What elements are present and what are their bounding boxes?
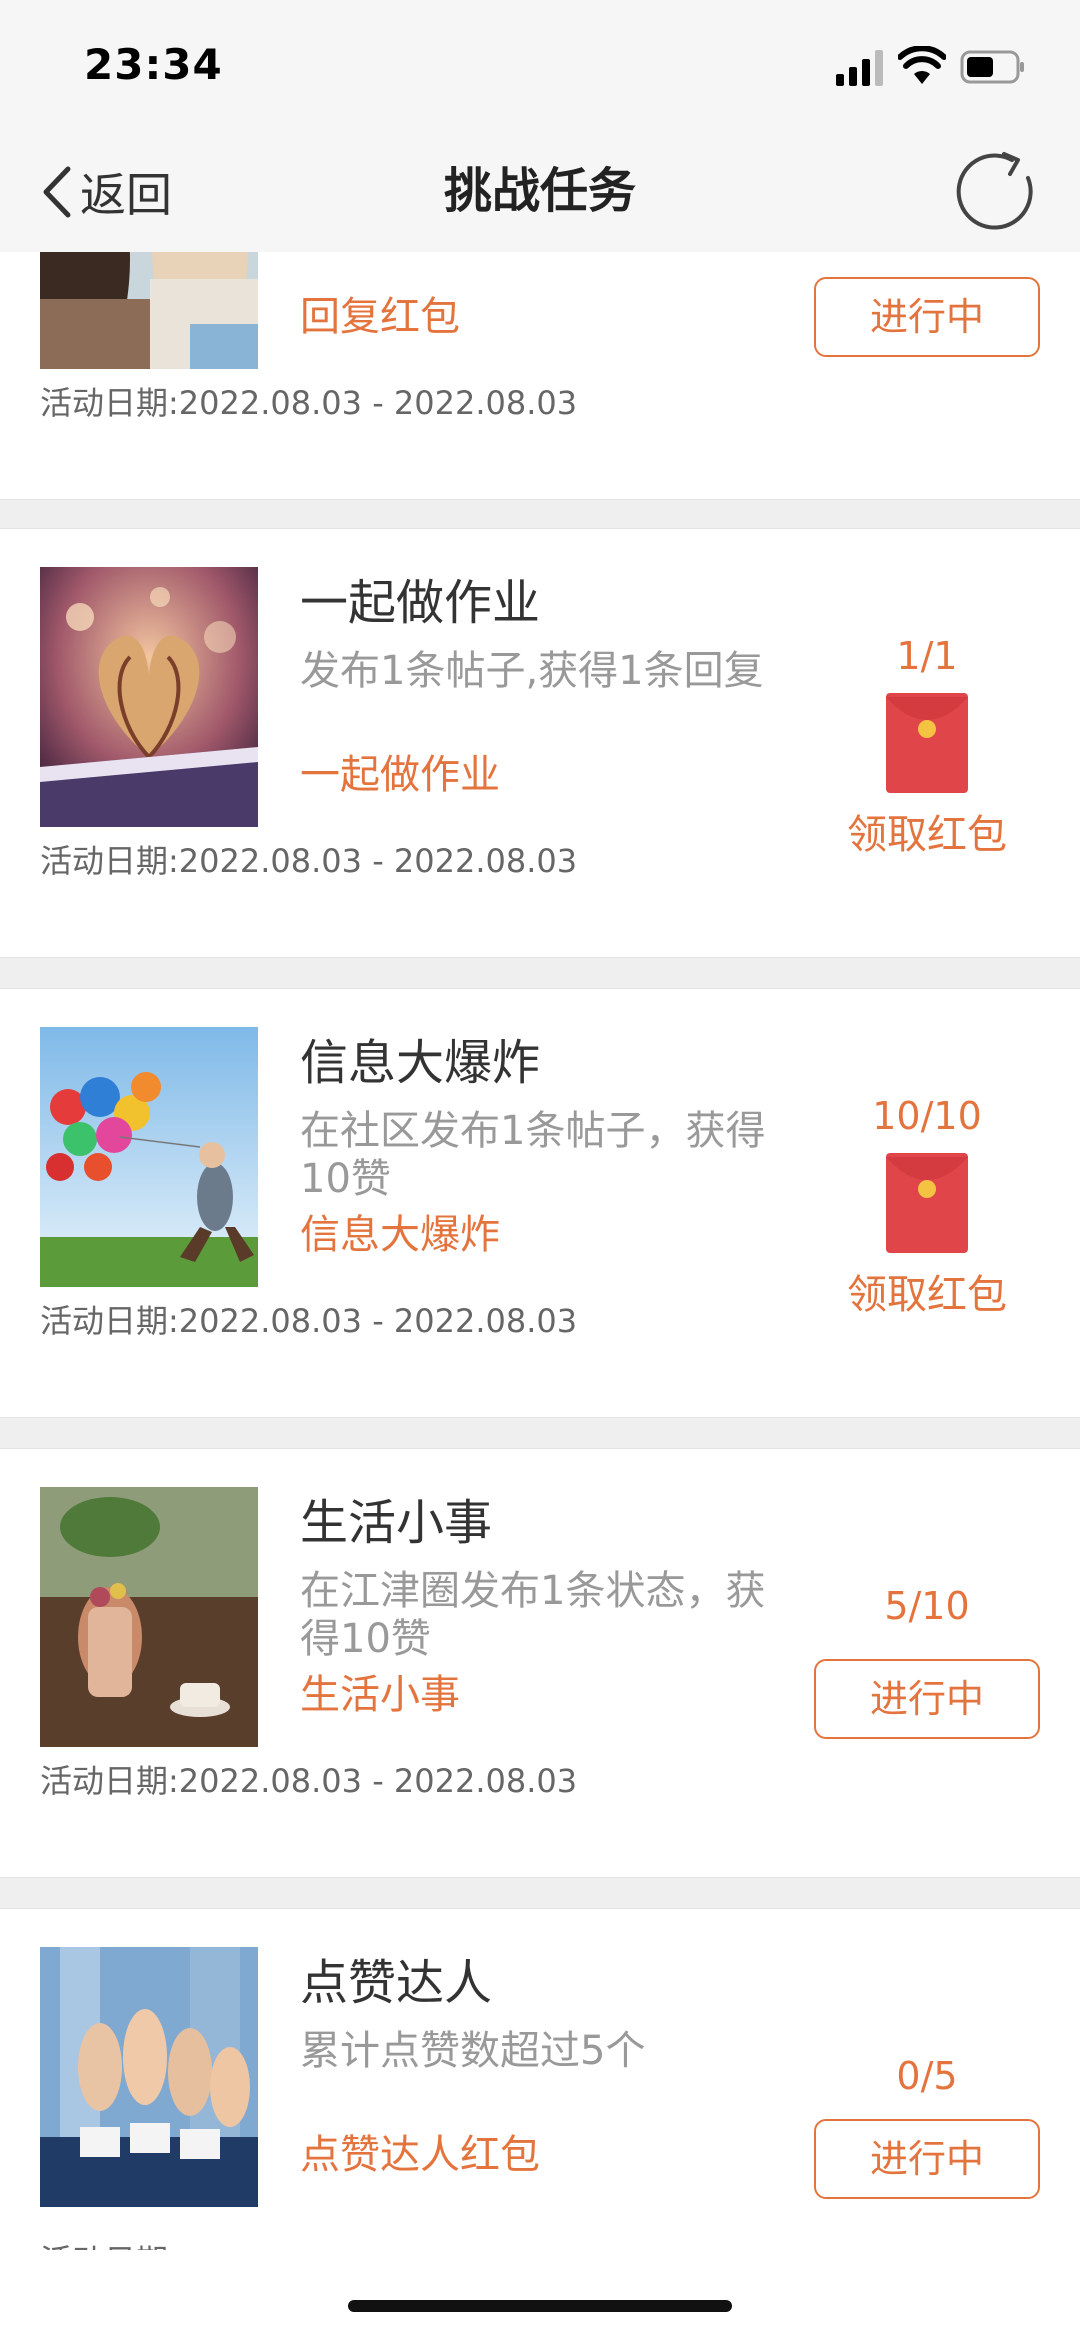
battery-icon [960, 50, 1024, 84]
home-indicator [348, 2300, 732, 2312]
navigation-bar: 返回 挑战任务 [0, 130, 1080, 252]
task-title: 信息大爆炸 [300, 1035, 541, 1091]
status-bar: 23:34 [0, 0, 1080, 130]
task-reward-label: 一起做作业 [300, 752, 500, 798]
task-progress: 5/10 [884, 1584, 970, 1628]
task-card[interactable]: 信息大爆炸 在社区发布1条帖子，获得10赞 信息大爆炸 活动日期:2022.08… [0, 988, 1080, 1418]
task-card[interactable]: 生活小事 在江津圈发布1条状态，获得10赞 生活小事 活动日期:2022.08.… [0, 1448, 1080, 1878]
task-progress: 0/5 [896, 2054, 958, 2098]
task-progress: 1/1 [896, 634, 958, 678]
task-date-range: 2022.08.03 - 2022.08.03 [178, 384, 578, 422]
task-description: 发布1条帖子,获得1条回复 [300, 648, 764, 694]
task-date-label: 活动日期: [40, 842, 179, 880]
claim-envelope-button[interactable]: 领取红包 [814, 809, 1040, 861]
task-list[interactable]: 回复红包 活动日期:2022.08.03 - 2022.08.03 进行中 一起… [0, 0, 1080, 2337]
task-progress: 10/10 [872, 1094, 982, 1138]
in-progress-button[interactable]: 进行中 [814, 1659, 1040, 1739]
red-envelope-icon[interactable] [886, 1153, 968, 1253]
wifi-icon [898, 46, 946, 84]
task-date-label: 活动日期: [40, 1762, 179, 1800]
task-description: 在江津圈发布1条状态，获得10赞 [300, 1568, 766, 1662]
task-thumbnail [40, 1947, 258, 2207]
task-reward-label: 回复红包 [300, 294, 460, 340]
refresh-icon[interactable] [952, 148, 1040, 236]
task-date-range: 2022.08.03 - 2022.08.03 [178, 1302, 578, 1340]
task-date-label: 活动日期: [40, 1302, 179, 1340]
task-date-range: 2022.08.03 - 2022.08.03 [178, 1762, 578, 1800]
status-time: 23:34 [84, 40, 223, 89]
task-date-label: 活动日期: [40, 384, 179, 422]
task-reward-label: 生活小事 [300, 1672, 460, 1718]
claim-envelope-button[interactable]: 领取红包 [814, 1269, 1040, 1321]
task-date-range: 2022.08.03 - 2022.08.03 [178, 842, 578, 880]
task-reward-label: 信息大爆炸 [300, 1212, 500, 1258]
task-date: 活动日期:2022.08.03 - 2022.08.03 [40, 839, 577, 883]
signal-icon [836, 50, 883, 86]
task-title: 点赞达人 [300, 1955, 493, 2011]
page-title: 挑战任务 [443, 163, 636, 219]
task-thumbnail [40, 1487, 258, 1747]
task-description: 在社区发布1条帖子，获得10赞 [300, 1108, 766, 1202]
bottom-safe-area [0, 2250, 1080, 2337]
task-date: 活动日期:2022.08.03 - 2022.08.03 [40, 1299, 577, 1343]
task-thumbnail [40, 567, 258, 827]
task-thumbnail [40, 1027, 258, 1287]
task-title: 生活小事 [300, 1495, 493, 1551]
task-title: 一起做作业 [300, 575, 541, 631]
red-envelope-icon[interactable] [886, 693, 968, 793]
task-description: 累计点赞数超过5个 [300, 2028, 646, 2074]
task-card[interactable]: 一起做作业 发布1条帖子,获得1条回复 一起做作业 活动日期:2022.08.0… [0, 528, 1080, 958]
app-header: 23:34 返回 挑战任务 [0, 0, 1080, 252]
task-date: 活动日期:2022.08.03 - 2022.08.03 [40, 1759, 577, 1803]
in-progress-button[interactable]: 进行中 [814, 277, 1040, 357]
task-reward-label: 点赞达人红包 [300, 2132, 540, 2178]
in-progress-button[interactable]: 进行中 [814, 2119, 1040, 2199]
task-date: 活动日期:2022.08.03 - 2022.08.03 [40, 381, 577, 425]
